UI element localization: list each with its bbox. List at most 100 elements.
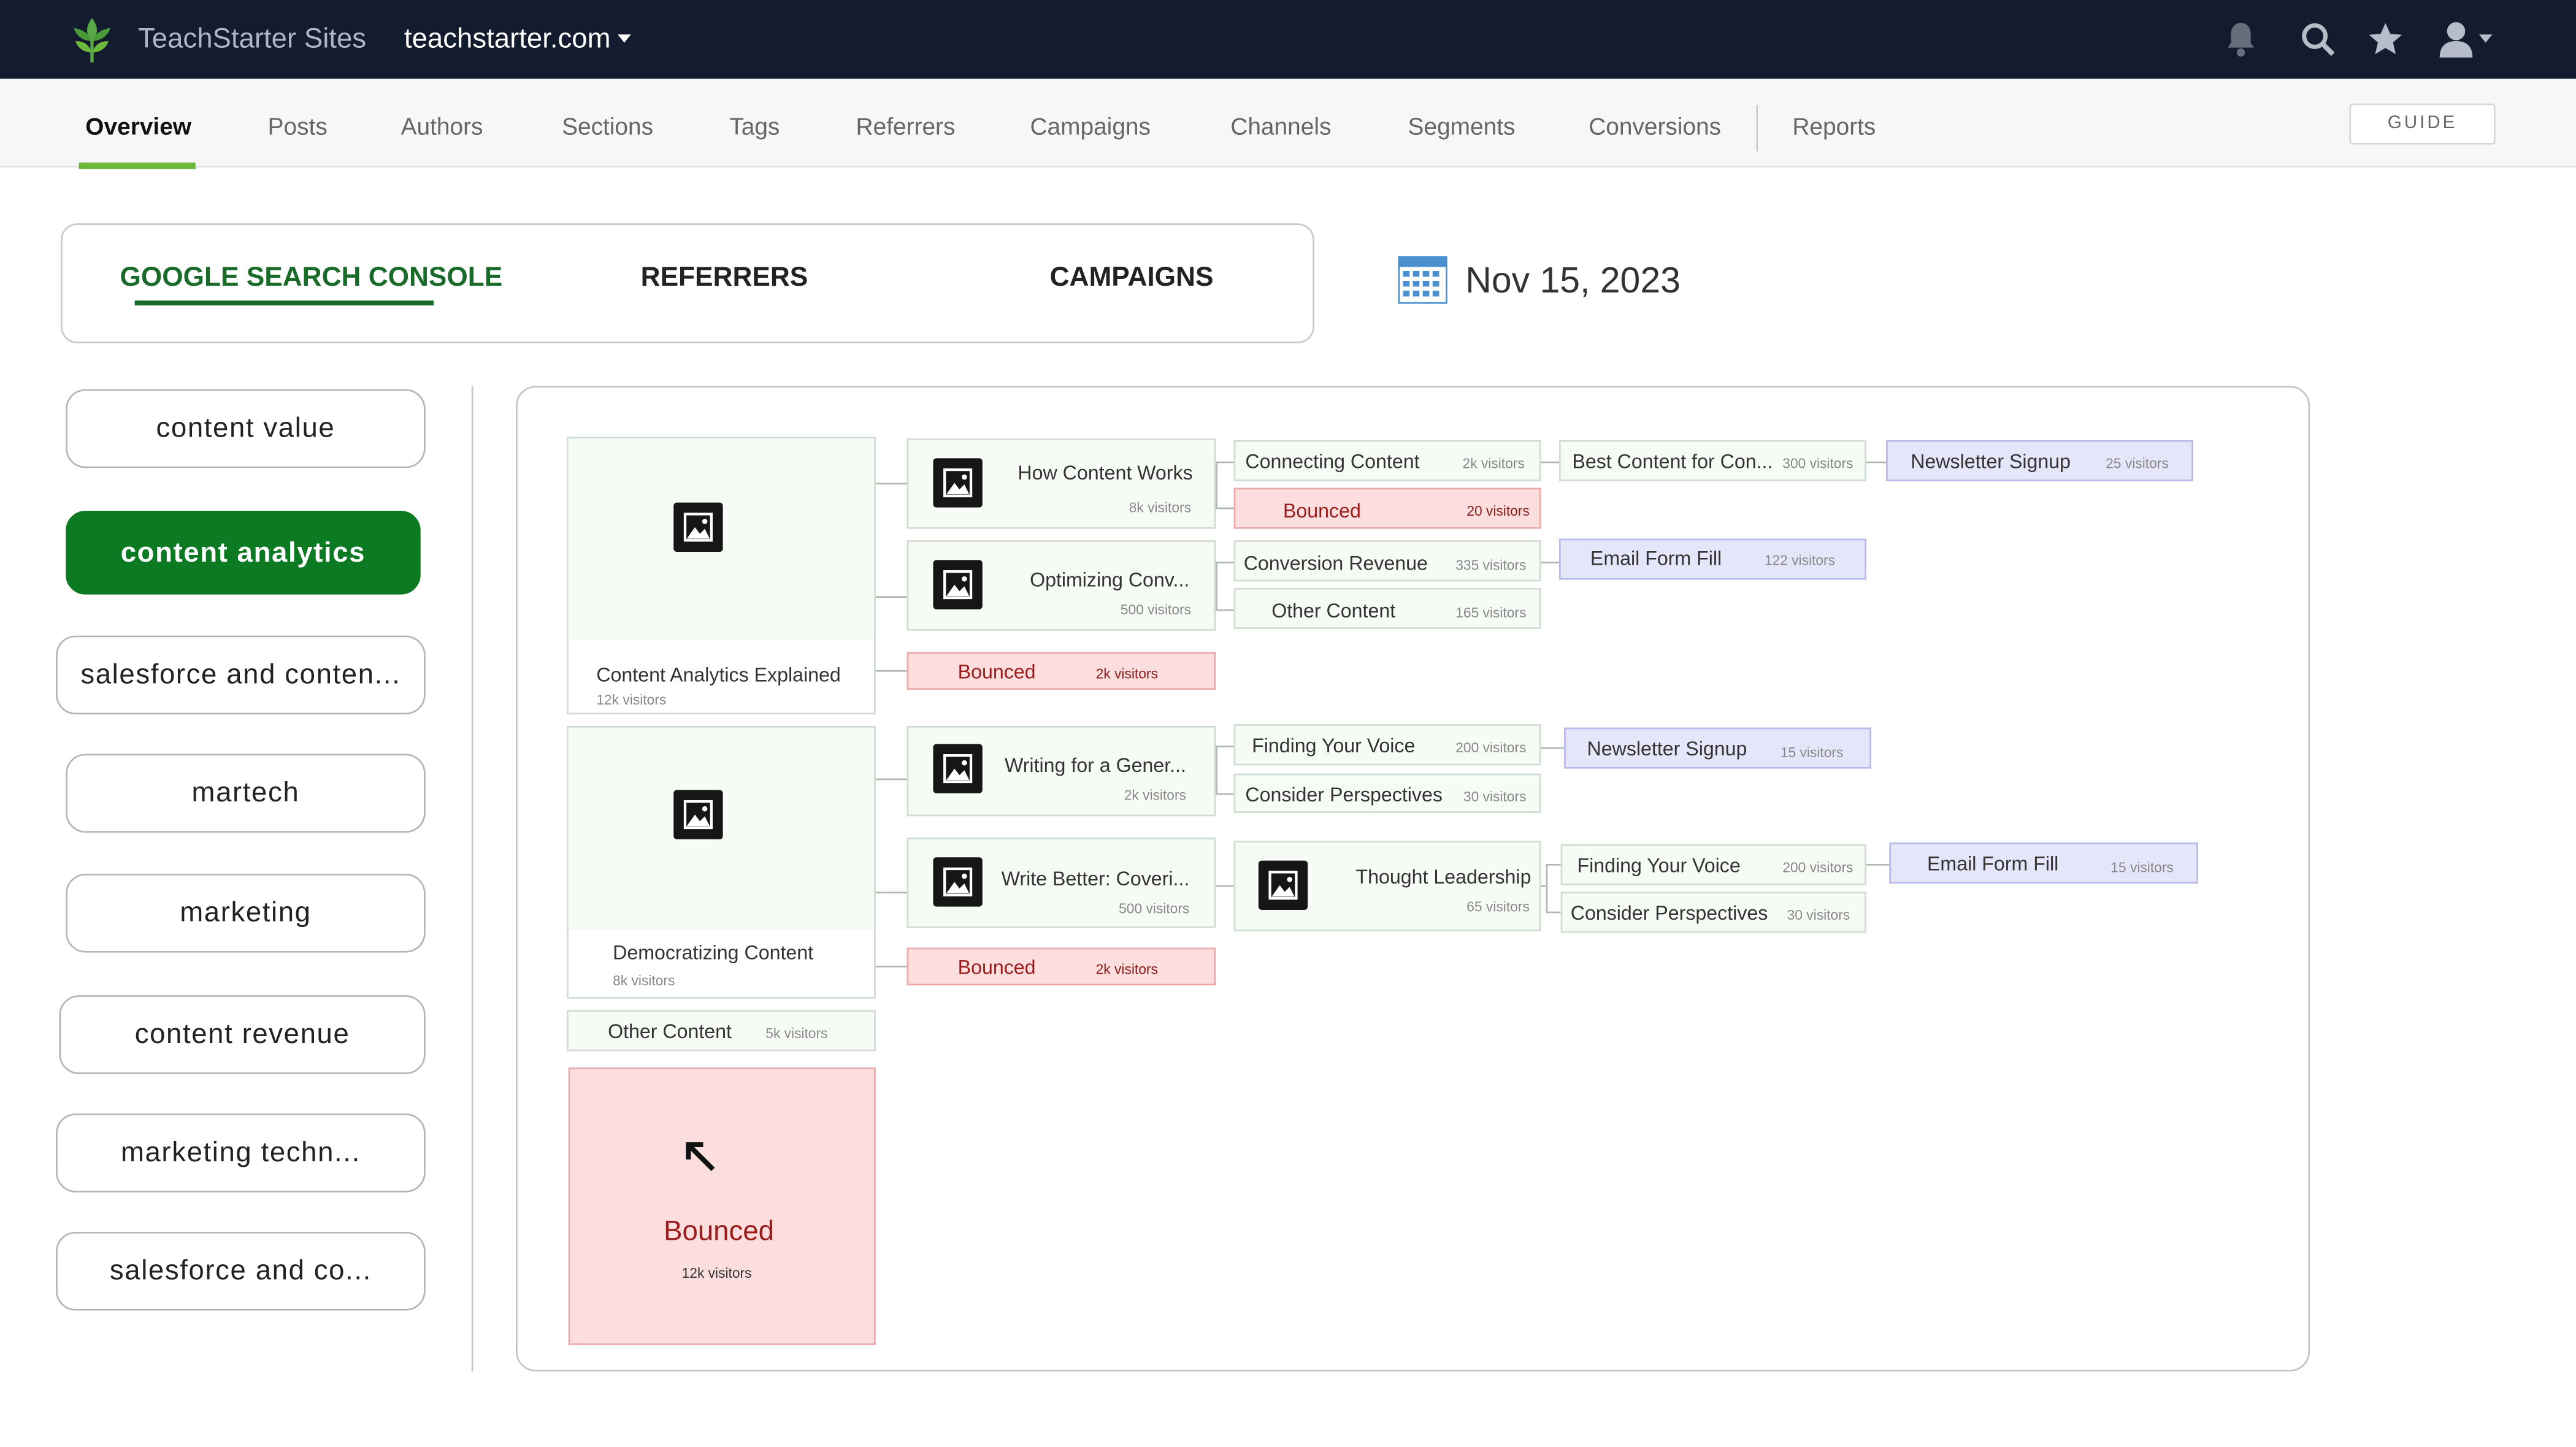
page-node[interactable]: Finding Your Voice 200 visitors <box>1233 724 1541 766</box>
node-title: Write Better: Coveri... <box>1001 867 1190 890</box>
node-label: Finding Your Voice <box>1252 734 1416 757</box>
node-visitors: 2k visitors <box>1095 665 1158 682</box>
page-node[interactable]: Consider Perspectives 30 visitors <box>1233 773 1541 813</box>
top-bar <box>0 0 2576 79</box>
page-node[interactable]: Thought Leadership 65 visitors <box>1233 841 1541 931</box>
image-icon <box>1258 860 1308 910</box>
bounced-node[interactable]: Bounced 2k visitors <box>907 947 1216 986</box>
arrow-up-left-icon <box>686 1142 715 1172</box>
tab-authors[interactable]: Authors <box>401 112 483 145</box>
node-label: Bounced <box>957 660 1036 684</box>
page-node[interactable]: Writing for a Gener... 2k visitors <box>907 725 1216 817</box>
topic-marketing[interactable]: marketing <box>66 874 426 953</box>
flow-connector <box>1216 562 1234 563</box>
tab-referrers[interactable]: Referrers <box>856 112 956 145</box>
tab-reports[interactable]: Reports <box>1792 112 1876 145</box>
user-menu-icon[interactable] <box>2438 20 2497 59</box>
node-visitors: 122 visitors <box>1764 552 1835 568</box>
entry-visitors: 8k visitors <box>613 972 675 989</box>
image-icon <box>933 458 983 508</box>
flow-connector <box>1216 746 1234 747</box>
tab-sections[interactable]: Sections <box>562 112 653 145</box>
active-source-underline <box>134 300 434 306</box>
bounced-total-node[interactable]: Bounced 12k visitors <box>568 1067 876 1345</box>
flow-connector <box>1866 863 1890 866</box>
page-node[interactable]: Other Content 165 visitors <box>1233 587 1541 629</box>
conversion-node[interactable]: Email Form Fill 15 visitors <box>1889 842 2198 884</box>
node-visitors: 15 visitors <box>2110 858 2174 876</box>
flow-connector <box>1541 562 1559 563</box>
node-label: Best Content for Con... <box>1572 449 1773 473</box>
tab-segments[interactable]: Segments <box>1408 112 1516 145</box>
leaf-logo-icon[interactable] <box>69 15 115 64</box>
node-visitors: 2k visitors <box>1095 960 1158 977</box>
site-selector[interactable]: teachstarter.com <box>404 20 611 59</box>
tab-referrers-source[interactable]: REFERRERS <box>641 259 808 296</box>
page-node[interactable]: Write Better: Coveri... 500 visitors <box>907 838 1216 928</box>
topic-salesforce-and-co[interactable]: salesforce and co... <box>56 1231 426 1311</box>
search-icon[interactable] <box>2300 21 2336 58</box>
conversion-node[interactable]: Newsletter Signup 25 visitors <box>1886 440 2193 481</box>
tab-channels[interactable]: Channels <box>1230 112 1331 145</box>
page-node[interactable]: Connecting Content 2k visitors <box>1233 440 1541 481</box>
node-label: Newsletter Signup <box>1911 449 2071 473</box>
image-icon <box>933 857 983 907</box>
flow-connector <box>1216 793 1234 795</box>
calendar-icon[interactable] <box>1398 256 1447 304</box>
page-node[interactable]: Best Content for Con... 300 visitors <box>1558 440 1866 481</box>
topic-salesforce-and-content[interactable]: salesforce and conten... <box>56 635 426 715</box>
topic-marketing-technology[interactable]: marketing techn... <box>56 1113 426 1193</box>
node-visitors: 2k visitors <box>1124 787 1186 803</box>
conversion-node[interactable]: Newsletter Signup 15 visitors <box>1564 727 1871 769</box>
node-visitors: 30 visitors <box>1463 788 1527 805</box>
bounced-node[interactable]: Bounced 2k visitors <box>907 652 1216 690</box>
topic-content-revenue[interactable]: content revenue <box>59 995 426 1074</box>
flow-connector <box>1541 885 1548 887</box>
star-icon[interactable] <box>2367 21 2404 58</box>
topic-martech[interactable]: martech <box>66 754 426 833</box>
node-label: Connecting Content <box>1245 449 1420 473</box>
image-icon <box>933 744 983 793</box>
node-label: Email Form Fill <box>1590 546 1722 570</box>
page-node[interactable]: Finding Your Voice 200 visitors <box>1560 844 1866 885</box>
page-node[interactable]: Optimizing Conv... 500 visitors <box>907 540 1216 631</box>
chevron-down-icon[interactable] <box>618 34 631 43</box>
bell-icon[interactable] <box>2225 21 2258 58</box>
entry-title: Content Analytics Explained <box>596 663 841 687</box>
tab-overview[interactable]: Overview <box>85 112 191 145</box>
image-icon <box>933 560 983 609</box>
flow-connector <box>1216 461 1217 510</box>
node-label: Consider Perspectives <box>1245 783 1443 807</box>
page-node[interactable]: How Content Works 8k visitors <box>907 438 1216 529</box>
guide-button[interactable]: GUIDE <box>2349 103 2496 145</box>
entry-page-card[interactable]: Content Analytics Explained 12k visitors <box>567 437 876 715</box>
node-title: Thought Leadership <box>1355 865 1531 889</box>
tab-tags[interactable]: Tags <box>729 112 780 145</box>
topic-content-analytics[interactable]: content analytics <box>66 511 421 595</box>
brand-name: TeachStarter Sites <box>138 23 367 55</box>
selected-date[interactable]: Nov 15, 2023 <box>1465 258 1681 304</box>
node-visitors: 65 visitors <box>1466 898 1530 915</box>
node-label: Other Content <box>1271 599 1396 623</box>
tab-posts[interactable]: Posts <box>268 112 328 145</box>
node-visitors: 500 visitors <box>1120 601 1191 618</box>
page-node[interactable]: Consider Perspectives 30 visitors <box>1560 891 1866 933</box>
flow-connector <box>1541 461 1559 464</box>
flow-connector <box>1546 863 1561 866</box>
conversion-node[interactable]: Email Form Fill 122 visitors <box>1558 538 1866 580</box>
entry-page-card[interactable]: Democratizing Content 8k visitors <box>567 725 876 999</box>
tab-campaigns-source[interactable]: CAMPAIGNS <box>1050 259 1214 296</box>
page-node[interactable]: Conversion Revenue 335 visitors <box>1233 540 1541 582</box>
flow-connector <box>875 778 909 781</box>
tab-conversions[interactable]: Conversions <box>1589 112 1721 145</box>
node-label: Finding Your Voice <box>1577 853 1741 877</box>
bounced-node[interactable]: Bounced 20 visitors <box>1233 487 1541 529</box>
flow-connector <box>875 891 909 894</box>
flow-connector <box>1216 507 1234 510</box>
flow-connector <box>875 483 909 485</box>
tab-campaigns[interactable]: Campaigns <box>1030 112 1150 145</box>
flow-connector <box>1866 461 1887 464</box>
topic-content-value[interactable]: content value <box>66 389 426 468</box>
tab-google-search-console[interactable]: GOOGLE SEARCH CONSOLE <box>120 259 503 296</box>
other-content-node[interactable]: Other Content 5k visitors <box>567 1010 876 1052</box>
